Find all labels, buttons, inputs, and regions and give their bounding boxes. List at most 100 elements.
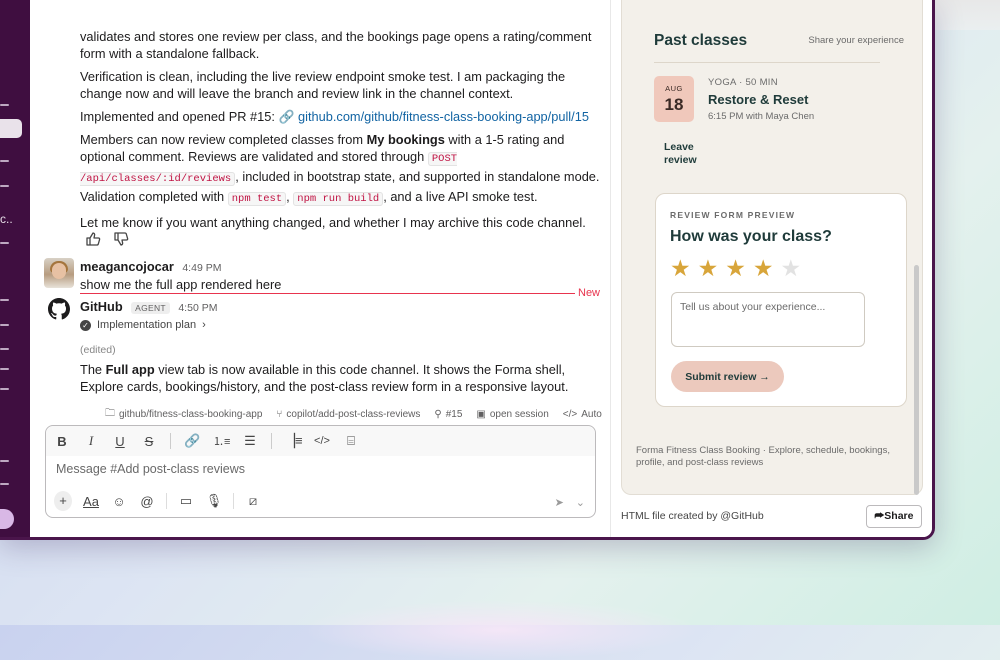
agent-message-body: validates and stores one review per clas… xyxy=(80,28,600,237)
user-name[interactable]: meagancojocar xyxy=(80,259,174,274)
code-icon[interactable]: </> xyxy=(314,435,330,447)
ordered-list-icon[interactable]: ⒈≡ xyxy=(213,433,230,449)
leave-review-button[interactable]: Leave review xyxy=(664,141,704,167)
branch-label[interactable]: copilot/add-post-class-reviews xyxy=(286,409,420,420)
underline-icon[interactable]: U xyxy=(112,434,128,449)
user-message-content: meagancojocar 4:49 PM show me the full a… xyxy=(80,258,281,293)
github-logo-icon[interactable] xyxy=(48,298,70,320)
submit-review-button[interactable]: Submit review → xyxy=(671,361,784,392)
created-by-label: HTML file created by @GitHub xyxy=(621,510,764,522)
sidebar-dot[interactable] xyxy=(0,324,9,326)
sidebar-dot[interactable] xyxy=(0,460,9,462)
plus-icon[interactable]: + xyxy=(54,491,72,511)
bot-message-content: GitHub AGENT 4:50 PM ✓ Implementation pl… xyxy=(80,298,600,395)
pr-link[interactable]: 🔗 github.com/github/fitness-class-bookin… xyxy=(279,109,589,124)
star-icon[interactable]: ★ xyxy=(670,256,691,280)
code-block-icon[interactable]: ⌸ xyxy=(343,433,359,449)
sidebar-dot[interactable] xyxy=(0,299,9,301)
share-button[interactable]: ⮫Share xyxy=(866,505,922,528)
implementation-plan-toggle[interactable]: ✓ Implementation plan › xyxy=(80,319,600,331)
pull-request-icon: ⚲ xyxy=(434,409,442,420)
toolbar-divider xyxy=(271,433,272,449)
emoji-icon[interactable]: ☺ xyxy=(110,494,128,509)
implementation-plan-label[interactable]: Implementation plan xyxy=(97,319,196,331)
edited-label: (edited) xyxy=(80,344,116,356)
bold-span: Full app xyxy=(105,362,155,377)
class-name: Restore & Reset xyxy=(708,92,809,107)
channel-main: validates and stores one review per clas… xyxy=(30,0,610,537)
bot-message-text: The Full app view tab is now available i… xyxy=(80,361,600,395)
sidebar-dot[interactable] xyxy=(0,483,9,485)
code-span: npm run build xyxy=(293,192,384,206)
star-icon[interactable]: ★ xyxy=(753,256,774,280)
review-textarea[interactable] xyxy=(671,292,865,347)
mention-icon[interactable]: @ xyxy=(138,494,156,509)
sidebar-dot[interactable] xyxy=(0,185,9,187)
message-paragraph: Let me know if you want anything changed… xyxy=(80,215,586,230)
chevron-down-icon[interactable]: ⌄ xyxy=(576,496,585,509)
pr-number-link[interactable]: ⚲ #15 xyxy=(434,406,462,423)
new-messages-divider xyxy=(80,293,600,294)
message-time[interactable]: 4:49 PM xyxy=(182,262,221,274)
pr-link-text[interactable]: github.com/github/fitness-class-booking-… xyxy=(298,109,589,124)
sidebar-dot[interactable] xyxy=(0,160,9,162)
mode-selector[interactable]: </> Auto xyxy=(563,406,602,423)
branch-link[interactable]: ⑂ copilot/add-post-class-reviews xyxy=(276,406,420,423)
text-format-icon[interactable]: Aa xyxy=(82,494,100,509)
agent-badge: AGENT xyxy=(131,302,170,314)
slack-window: c.. validates and stores one review per … xyxy=(0,0,935,540)
pr-paragraph: Implemented and opened PR #15: 🔗 github.… xyxy=(80,108,600,125)
send-controls: ➤ ⌄ xyxy=(555,496,585,509)
section-rule xyxy=(654,62,880,63)
sidebar-dot[interactable] xyxy=(0,104,9,106)
italic-icon[interactable]: I xyxy=(83,433,99,449)
thumbs-down-icon[interactable] xyxy=(113,231,129,247)
send-icon[interactable]: ➤ xyxy=(555,496,564,509)
microphone-icon[interactable]: 🎙 xyxy=(205,493,223,509)
sidebar-dot[interactable] xyxy=(0,348,9,350)
code-span: npm test xyxy=(227,192,287,206)
message-input[interactable] xyxy=(56,462,456,476)
share-label[interactable]: Share xyxy=(884,510,913,522)
star-icon[interactable]: ★ xyxy=(698,256,719,280)
bulleted-list-icon[interactable]: ☰ xyxy=(242,433,258,449)
user-avatar-button[interactable] xyxy=(0,509,14,529)
sidebar-dot[interactable] xyxy=(0,388,9,390)
sidebar-item-active[interactable] xyxy=(0,119,22,138)
mode-label[interactable]: Auto xyxy=(581,409,602,420)
bot-name[interactable]: GitHub xyxy=(80,299,123,314)
html-preview-panel: Past classes Share your experience AUG 1… xyxy=(611,0,932,537)
sidebar-dot[interactable] xyxy=(0,368,9,370)
code-icon: </> xyxy=(562,409,578,420)
user-avatar[interactable] xyxy=(44,258,74,288)
text-span: The xyxy=(80,362,106,377)
check-icon: ✓ xyxy=(80,319,91,331)
message-paragraph: Verification is clean, including the liv… xyxy=(80,69,566,101)
app-footer-text: Forma Fitness Class Booking · Explore, s… xyxy=(636,445,890,468)
video-icon[interactable]: ▭ xyxy=(177,493,195,509)
slash-command-icon[interactable]: ⧄ xyxy=(244,493,262,509)
background-glow xyxy=(300,600,700,660)
review-form-label: REVIEW FORM PREVIEW xyxy=(670,210,796,220)
blockquote-icon[interactable]: ▕≡ xyxy=(285,433,303,449)
open-session-link[interactable]: ▣ open session xyxy=(476,406,548,423)
message-time[interactable]: 4:50 PM xyxy=(178,302,217,314)
summary-paragraph: Members can now review completed classes… xyxy=(80,132,600,206)
pr-number-label[interactable]: #15 xyxy=(446,409,463,420)
star-icon[interactable]: ★ xyxy=(781,256,802,280)
star-icon[interactable]: ★ xyxy=(725,256,746,280)
preview-scrollbar[interactable] xyxy=(914,265,919,495)
date-month: AUG xyxy=(665,84,683,93)
link-icon[interactable]: 🔗 xyxy=(184,433,200,449)
bold-icon[interactable]: B xyxy=(54,434,70,449)
message-composer: B I U S 🔗 ⒈≡ ☰ ▕≡ </> ⌸ + Aa ☺ @ ▭ xyxy=(45,425,596,518)
open-session-label[interactable]: open session xyxy=(490,409,549,420)
terminal-icon: ▣ xyxy=(476,409,486,420)
thumbs-up-icon[interactable] xyxy=(85,231,101,247)
sidebar-dot[interactable] xyxy=(0,242,9,244)
class-time: 6:15 PM with Maya Chen xyxy=(708,111,815,122)
user-message-text: show me the full app rendered here xyxy=(80,277,282,292)
repo-label[interactable]: github/fitness-class-booking-app xyxy=(119,409,262,420)
strikethrough-icon[interactable]: S xyxy=(141,434,157,449)
repo-link[interactable]: 🗀 github/fitness-class-booking-app xyxy=(105,406,262,423)
